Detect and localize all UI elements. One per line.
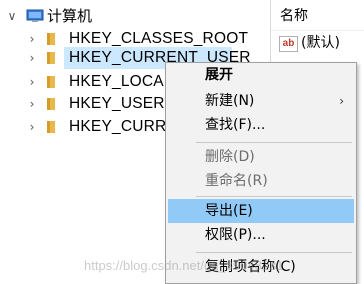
column-header-name[interactable]: 名称: [280, 6, 308, 26]
menu-item-label: 新建(N): [205, 93, 255, 109]
menu-separator: [196, 252, 352, 253]
chevron-down-icon[interactable]: ∨: [6, 5, 18, 27]
context-menu: 展开 新建(N) › 查找(F)... 删除(D) 重命名(R) 导出(E) 权…: [165, 62, 357, 284]
chevron-right-icon[interactable]: ›: [26, 47, 38, 69]
menu-item-label: 导出(E): [205, 203, 253, 219]
menu-item-expand[interactable]: 展开: [168, 63, 354, 87]
tree-node-label: HKEY_USERS: [69, 95, 176, 112]
string-value-icon: ab: [279, 36, 298, 52]
tree-node-label: 计算机: [47, 7, 93, 25]
menu-item-export[interactable]: 导出(E): [168, 199, 354, 223]
chevron-right-icon[interactable]: ›: [26, 116, 38, 138]
folder-icon: [47, 98, 55, 110]
menu-item-label: 展开: [205, 67, 233, 83]
menu-item-delete: 删除(D): [168, 145, 354, 169]
menu-item-rename: 重命名(R): [168, 169, 354, 193]
submenu-arrow-icon: ›: [339, 94, 344, 108]
menu-item-label: 复制项名称(C): [205, 259, 296, 275]
folder-icon: [47, 52, 55, 64]
menu-item-copy-key-name[interactable]: 复制项名称(C): [168, 255, 354, 279]
menu-item-label: 重命名(R): [205, 173, 268, 189]
menu-separator: [196, 142, 352, 143]
menu-item-permissions[interactable]: 权限(P)...: [168, 223, 354, 247]
folder-icon: [47, 76, 55, 88]
menu-item-label: 权限(P)...: [205, 227, 266, 243]
chevron-right-icon[interactable]: ›: [26, 93, 38, 115]
header-divider: [271, 30, 364, 31]
chevron-right-icon[interactable]: ›: [26, 71, 38, 93]
folder-icon: [47, 33, 55, 45]
computer-icon: [26, 9, 44, 22]
value-name[interactable]: (默认): [301, 33, 340, 53]
menu-item-label: 查找(F)...: [205, 117, 266, 133]
menu-item-label: 删除(D): [205, 149, 255, 165]
folder-icon: [47, 121, 55, 133]
menu-item-new[interactable]: 新建(N) ›: [168, 89, 354, 113]
menu-separator: [196, 196, 352, 197]
menu-item-find[interactable]: 查找(F)...: [168, 113, 354, 137]
